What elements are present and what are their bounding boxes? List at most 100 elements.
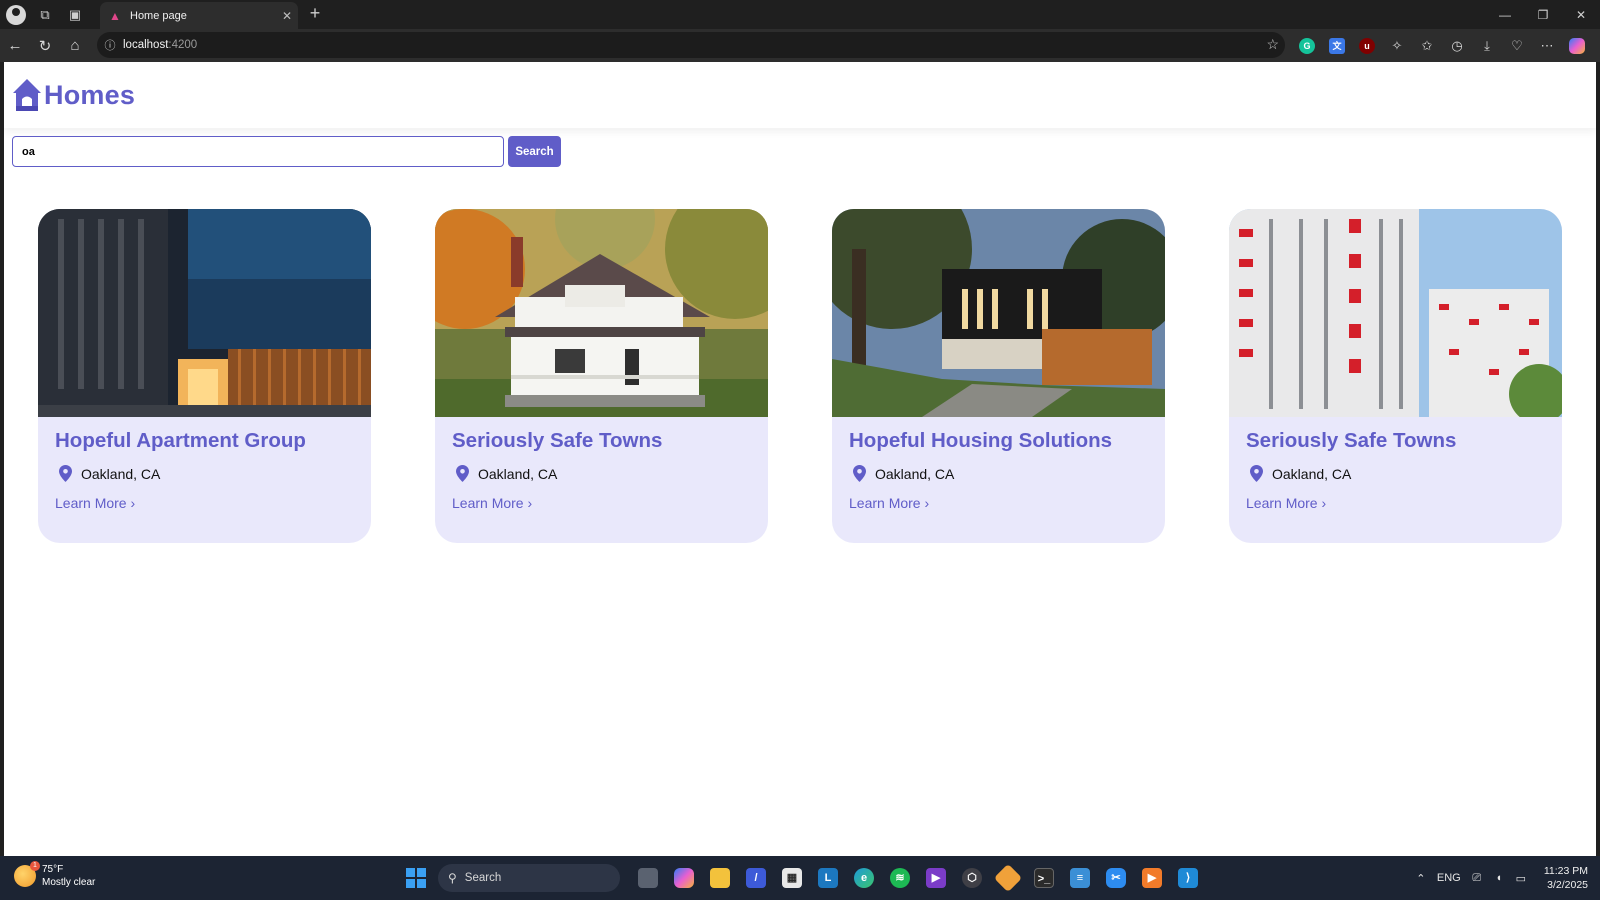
- tab-title: Home page: [130, 9, 187, 22]
- listing-card: Hopeful Apartment Group Oakland, CA Lear…: [38, 209, 371, 543]
- tab-home-page[interactable]: ▲ Home page ✕: [100, 2, 298, 29]
- pinned-apps: / ▦ L e ≋ ▶ ⬡ >_ ≡ ✂ ▶ ⟩: [630, 862, 1206, 894]
- learn-more-link[interactable]: Learn More ›: [452, 495, 532, 511]
- ublock-icon[interactable]: u: [1352, 31, 1382, 61]
- visual-studio-icon[interactable]: ▶: [918, 862, 954, 894]
- extensions-icon[interactable]: ✧: [1382, 31, 1412, 61]
- restore-icon[interactable]: ❐: [1524, 0, 1562, 29]
- angular-favicon-icon: ▲: [109, 8, 121, 23]
- performance-icon[interactable]: ♡: [1502, 31, 1532, 61]
- taskbar-search[interactable]: ⚲ Search: [438, 864, 620, 892]
- profile-avatar[interactable]: [6, 4, 26, 25]
- taskbar-center: ⚲ Search / ▦ L e ≋ ▶ ⬡ >_ ≡ ✂ ▶ ⟩: [400, 862, 1206, 894]
- weather-badge: 1: [30, 861, 40, 871]
- learn-more-link[interactable]: Learn More ›: [55, 495, 135, 511]
- visual-studio-preview-icon[interactable]: /: [738, 862, 774, 894]
- edge-browser-icon[interactable]: e: [846, 862, 882, 894]
- minimize-icon[interactable]: —: [1486, 0, 1524, 29]
- brand-title[interactable]: Homes: [44, 80, 135, 111]
- listing-body: Seriously Safe Towns Oakland, CA Learn M…: [435, 417, 768, 525]
- listing-photo: [832, 209, 1165, 417]
- location-pin-icon: [59, 465, 72, 482]
- new-tab-button[interactable]: +: [303, 3, 327, 24]
- language-indicator[interactable]: ENG: [1432, 872, 1466, 884]
- volume-icon[interactable]: ◖: [1488, 872, 1510, 884]
- refresh-icon[interactable]: ↻: [30, 31, 60, 61]
- listing-card: Hopeful Housing Solutions Oakland, CA Le…: [832, 209, 1165, 543]
- listing-location: Oakland, CA: [849, 465, 1148, 482]
- listing-title: Seriously Safe Towns: [1246, 429, 1457, 452]
- history-icon[interactable]: ◷: [1442, 31, 1472, 61]
- home-icon[interactable]: ⌂: [60, 31, 90, 61]
- chevron-up-icon[interactable]: ⌃: [1410, 872, 1432, 885]
- page-viewport: Homes Search: [4, 62, 1596, 856]
- site-info-icon[interactable]: ⓘ: [97, 37, 123, 53]
- clock-time: 11:23 PM: [1543, 865, 1588, 877]
- close-window-icon[interactable]: ✕: [1562, 0, 1600, 29]
- github-desktop-icon[interactable]: ⬡: [954, 862, 990, 894]
- close-tab-icon[interactable]: ✕: [276, 9, 298, 23]
- media-player-icon[interactable]: ▶: [1134, 862, 1170, 894]
- more-menu-icon[interactable]: ⋯: [1532, 31, 1562, 61]
- network-icon[interactable]: ⎚: [1466, 872, 1488, 885]
- listing-card: Seriously Safe Towns Oakland, CA Learn M…: [1229, 209, 1562, 543]
- address-bar[interactable]: ⓘ localhost:4200 ☆: [97, 32, 1285, 58]
- search-button[interactable]: Search: [508, 136, 561, 167]
- grammarly-icon[interactable]: G: [1292, 31, 1322, 61]
- extensions-row: G 文 u ✧ ✩ ◷ ⤓ ♡ ⋯: [1292, 29, 1592, 62]
- url-host: localhost: [123, 39, 169, 51]
- house-logo-icon[interactable]: [12, 77, 42, 113]
- listing-title: Hopeful Housing Solutions: [849, 429, 1113, 452]
- search-input[interactable]: [12, 136, 504, 167]
- weather-temp: 75°F: [42, 864, 64, 875]
- listings-grid: Hopeful Apartment Group Oakland, CA Lear…: [38, 209, 1562, 543]
- window-controls: — ❐ ✕: [1486, 0, 1600, 29]
- listing-location: Oakland, CA: [1246, 465, 1545, 482]
- git-tool-icon[interactable]: [990, 862, 1026, 894]
- taskbar-search-label: Search: [464, 872, 502, 884]
- learn-more-link[interactable]: Learn More ›: [849, 495, 929, 511]
- screen: ⧉ ▣ ▲ Home page ✕ + — ❐ ✕ ← ↻ ⌂ ⓘ localh…: [0, 0, 1600, 900]
- terminal-icon[interactable]: >_: [1026, 862, 1062, 894]
- battery-icon[interactable]: ▭: [1510, 872, 1532, 885]
- notepad-icon[interactable]: ≡: [1062, 862, 1098, 894]
- listing-location: Oakland, CA: [452, 465, 751, 482]
- windows-taskbar: 1 75°F Mostly clear ⚲ Search / ▦ L e ≋ ▶: [0, 856, 1600, 900]
- windows-start-icon[interactable]: [400, 862, 432, 894]
- location-pin-icon: [1250, 465, 1263, 482]
- url-text: localhost:4200: [123, 39, 197, 51]
- tab-actions-icon[interactable]: ▣: [60, 0, 90, 29]
- listing-photo: [435, 209, 768, 417]
- clock-date: 3/2/2025: [1547, 879, 1588, 891]
- task-view-icon[interactable]: [630, 862, 666, 894]
- search-icon: ⚲: [448, 871, 457, 885]
- workspaces-icon[interactable]: ⧉: [30, 0, 60, 29]
- listing-body: Seriously Safe Towns Oakland, CA Learn M…: [1229, 417, 1562, 525]
- downloads-icon[interactable]: ⤓: [1472, 31, 1502, 61]
- location-pin-icon: [853, 465, 866, 482]
- copilot-icon[interactable]: [1562, 31, 1592, 61]
- listing-card: Seriously Safe Towns Oakland, CA Learn M…: [435, 209, 768, 543]
- snipping-tool-icon[interactable]: ✂: [1098, 862, 1134, 894]
- back-icon[interactable]: ←: [0, 31, 30, 61]
- favorites-icon[interactable]: ✩: [1412, 31, 1442, 61]
- linqpad-icon[interactable]: L: [810, 862, 846, 894]
- url-port: :4200: [168, 39, 198, 51]
- location-text: Oakland, CA: [875, 465, 955, 482]
- site-header: Homes: [4, 62, 1596, 128]
- vscode-icon[interactable]: ⟩: [1170, 862, 1206, 894]
- weather-widget[interactable]: 1 75°F Mostly clear: [14, 861, 95, 889]
- location-text: Oakland, CA: [478, 465, 558, 482]
- weather-text: 75°F Mostly clear: [42, 863, 95, 889]
- listing-photo: [1229, 209, 1562, 417]
- microsoft-store-icon[interactable]: ▦: [774, 862, 810, 894]
- location-pin-icon: [456, 465, 469, 482]
- clock[interactable]: 11:23 PM 3/2/2025: [1544, 864, 1588, 892]
- copilot-app-icon[interactable]: [666, 862, 702, 894]
- translate-icon[interactable]: 文: [1322, 31, 1352, 61]
- spotify-icon[interactable]: ≋: [882, 862, 918, 894]
- favorite-star-icon[interactable]: ☆: [1266, 36, 1279, 53]
- listing-location: Oakland, CA: [55, 465, 354, 482]
- learn-more-link[interactable]: Learn More ›: [1246, 495, 1326, 511]
- file-explorer-icon[interactable]: [702, 862, 738, 894]
